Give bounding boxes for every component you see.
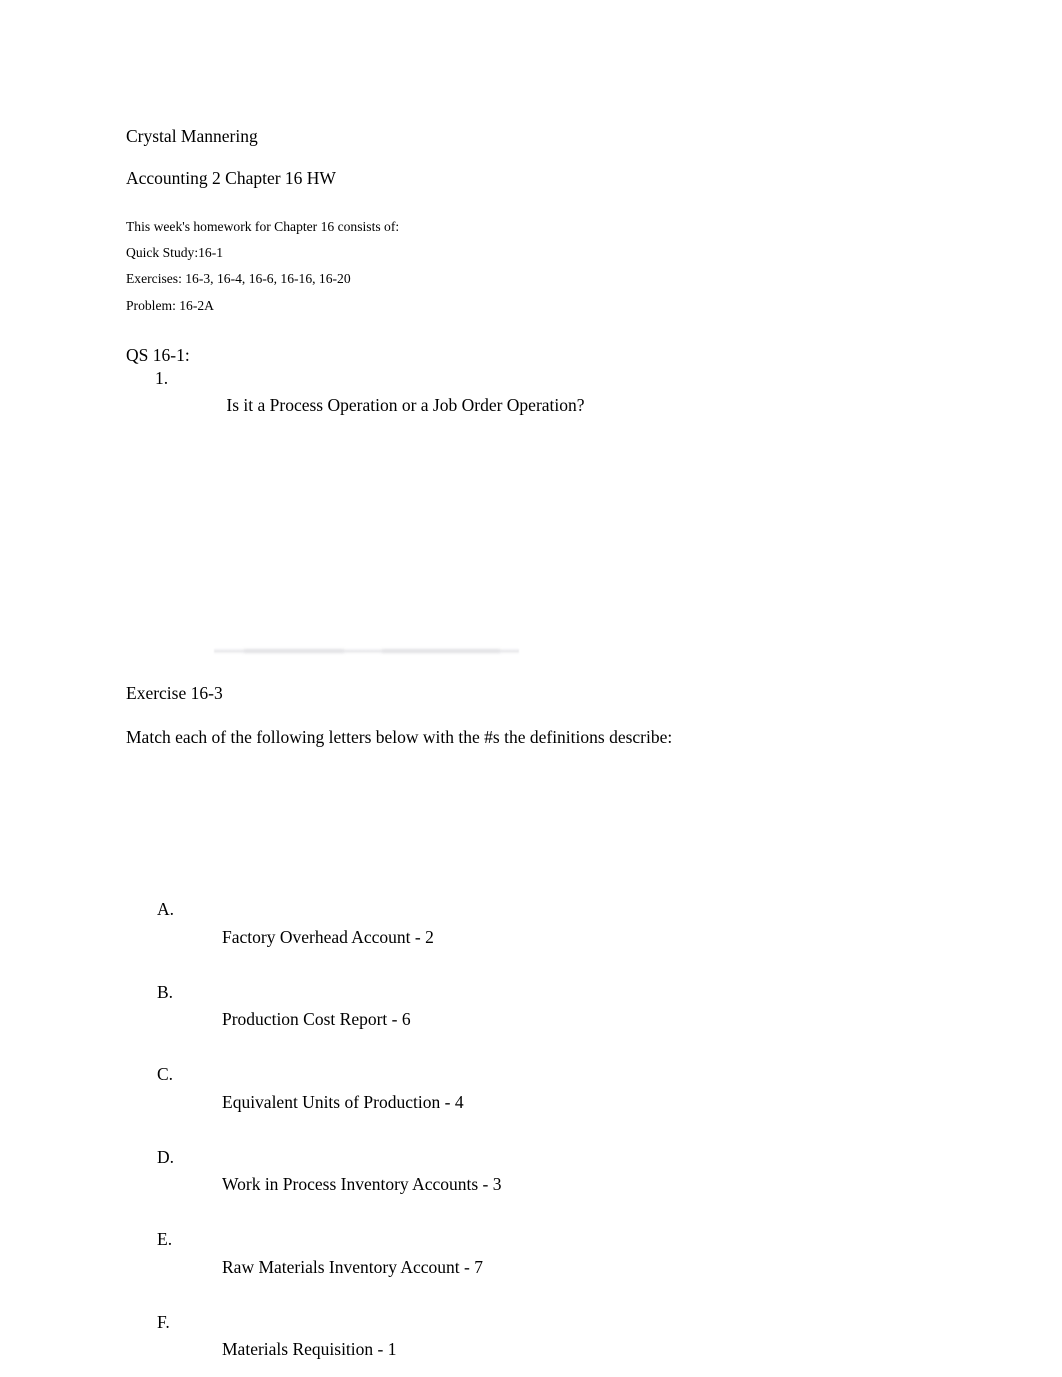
intro-line-3: Exercises: 16-3, 16-4, 16-6, 16-16, 16-2… [126,271,351,287]
document-page: Crystal Mannering Accounting 2 Chapter 1… [0,0,1062,1377]
list-item: C. Equivalent Units of Production - 4 [126,1061,946,1144]
assignment-summary-line-3: Exercises: 16-3, 16-4, 16-6, 16-16, 16-2… [126,266,946,292]
exercise-16-3-image-placeholder [126,746,946,896]
list-item: A. Factory Overhead Account - 2 [126,896,946,979]
document-subject-title: Accounting 2 Chapter 16 HW [126,168,336,188]
list-item-marker: E. [157,1229,173,1250]
list-item-text: Equivalent Units of Production - 4 [222,1091,464,1112]
list-item-marker: B. [157,981,174,1002]
qs-16-1-image-placeholder [126,447,946,685]
list-item-marker: C. [157,1064,174,1085]
image-residual-artifact [214,648,519,656]
author-name: Crystal Mannering [126,126,258,146]
list-item-marker: 1. [155,367,169,388]
section-heading-qs-16-1: QS 16-1: [126,345,190,366]
intro-line-2: Quick Study:16-1 [126,244,224,260]
list-item: 1. Is it a Process Operation or a Job Or… [126,365,946,448]
intro-line-1: This week's homework for Chapter 16 cons… [126,218,400,234]
list-item-text: Production Cost Report - 6 [222,1009,411,1030]
list-item-text: Factory Overhead Account - 2 [222,926,434,947]
list-item-text: Raw Materials Inventory Account - 7 [222,1256,483,1277]
list-item: F. Materials Requisition - 1 [126,1309,946,1377]
list-item-text: Work in Process Inventory Accounts - 3 [222,1174,502,1195]
list-item: B. Production Cost Report - 6 [126,979,946,1062]
intro-line-4: Problem: 16-2A [126,297,214,313]
exercise-16-3-prompt: Match each of the following letters belo… [126,726,673,747]
qs-16-1-list: 1. Is it a Process Operation or a Job Or… [126,365,946,448]
section-heading-exercise-16-3: Exercise 16-3 [126,683,223,704]
list-item-marker: D. [157,1146,175,1167]
list-item: D. Work in Process Inventory Accounts - 3 [126,1144,946,1227]
list-item: E. Raw Materials Inventory Account - 7 [126,1226,946,1309]
document-body: Crystal Mannering Accounting 2 Chapter 1… [126,0,946,1377]
exercise-16-3-definitions-list: A. Factory Overhead Account - 2 B. Product… [126,896,946,1377]
assignment-summary-block: This week's homework for Chapter 16 cons… [126,214,946,320]
list-item-text: Is it a Process Operation or a Job Order… [222,395,585,416]
assignment-summary-line-2: Quick Study:16-1 [126,240,946,266]
assignment-summary-line-1: This week's homework for Chapter 16 cons… [126,214,946,240]
list-item-marker: A. [157,899,175,920]
assignment-summary-line-4: Problem: 16-2A [126,293,946,319]
list-item-marker: F. [157,1311,170,1332]
list-item-text: Materials Requisition - 1 [222,1339,397,1360]
